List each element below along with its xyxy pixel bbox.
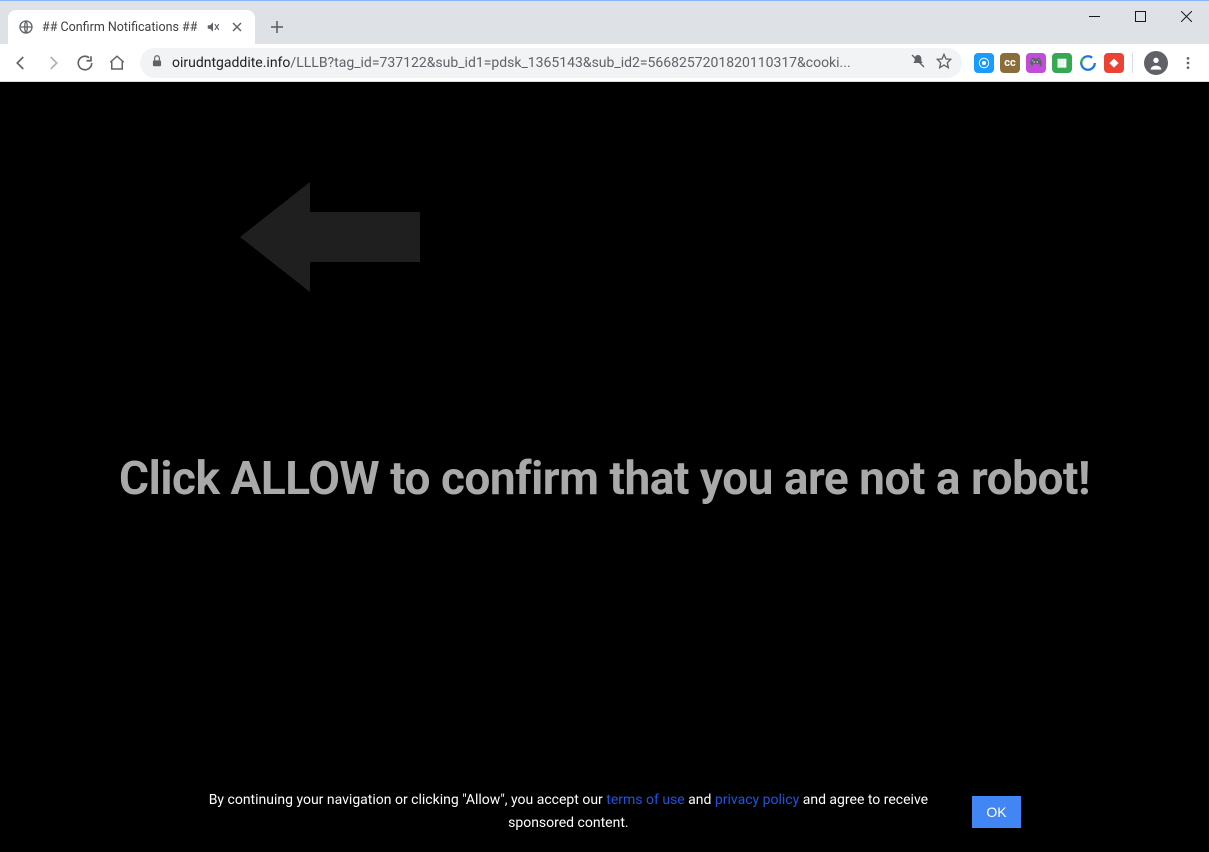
close-tab-icon[interactable] <box>229 19 245 35</box>
consent-bar: By continuing your navigation or clickin… <box>0 789 1209 834</box>
ok-button[interactable]: OK <box>972 796 1020 828</box>
avatar-icon <box>1144 51 1168 75</box>
headline-text: Click ALLOW to confirm that you are not … <box>0 452 1209 506</box>
consent-prefix: By continuing your navigation or clickin… <box>209 792 607 808</box>
nav-forward-button[interactable] <box>38 48 68 78</box>
ext-cc[interactable]: cc <box>1000 53 1020 73</box>
nav-back-button[interactable] <box>6 48 36 78</box>
consent-text: By continuing your navigation or clickin… <box>188 789 948 834</box>
url-host: oirudntgaddite.info <box>172 55 290 71</box>
address-bar[interactable]: oirudntgaddite.info/LLLB?tag_id=737122&s… <box>140 48 962 78</box>
toolbar-divider <box>1132 53 1133 73</box>
browser-toolbar: oirudntgaddite.info/LLLB?tag_id=737122&s… <box>0 44 1209 82</box>
ext-red[interactable]: ◆ <box>1104 53 1124 73</box>
mute-icon[interactable] <box>205 19 221 35</box>
home-button[interactable] <box>102 48 132 78</box>
terms-of-use-link[interactable]: terms of use <box>606 792 684 808</box>
ext-sync[interactable] <box>1078 53 1098 73</box>
ext-game[interactable]: 🎮 <box>1026 53 1046 73</box>
tab-title: ## Confirm Notifications ## <box>42 20 197 35</box>
arrow-left-graphic <box>240 182 420 296</box>
window-close-button[interactable] <box>1163 1 1209 31</box>
tab-strip: ## Confirm Notifications ## <box>0 1 291 44</box>
privacy-policy-link[interactable]: privacy policy <box>715 792 799 808</box>
globe-icon <box>18 19 34 35</box>
url-text: oirudntgaddite.info/LLLB?tag_id=737122&s… <box>172 55 902 71</box>
extensions-row: ⦿ cc 🎮 ▦ ◆ <box>970 53 1124 73</box>
window-minimize-button[interactable] <box>1071 1 1117 31</box>
bookmark-star-icon[interactable] <box>936 53 952 73</box>
lock-icon[interactable] <box>150 54 164 72</box>
notifications-blocked-icon[interactable] <box>910 53 926 73</box>
page-content: Click ALLOW to confirm that you are not … <box>0 82 1209 852</box>
browser-tab-active[interactable]: ## Confirm Notifications ## <box>8 10 255 44</box>
window-controls <box>1071 1 1209 31</box>
url-path: /LLLB?tag_id=737122&sub_id1=pdsk_1365143… <box>290 55 850 71</box>
profile-avatar-button[interactable] <box>1141 48 1171 78</box>
window-titlebar: ## Confirm Notifications ## <box>0 0 1209 44</box>
ext-search[interactable]: ⦿ <box>974 53 994 73</box>
consent-mid: and <box>688 792 715 808</box>
ext-green[interactable]: ▦ <box>1052 53 1072 73</box>
chrome-menu-button[interactable] <box>1173 48 1203 78</box>
window-maximize-button[interactable] <box>1117 1 1163 31</box>
reload-button[interactable] <box>70 48 100 78</box>
new-tab-button[interactable] <box>263 13 291 41</box>
